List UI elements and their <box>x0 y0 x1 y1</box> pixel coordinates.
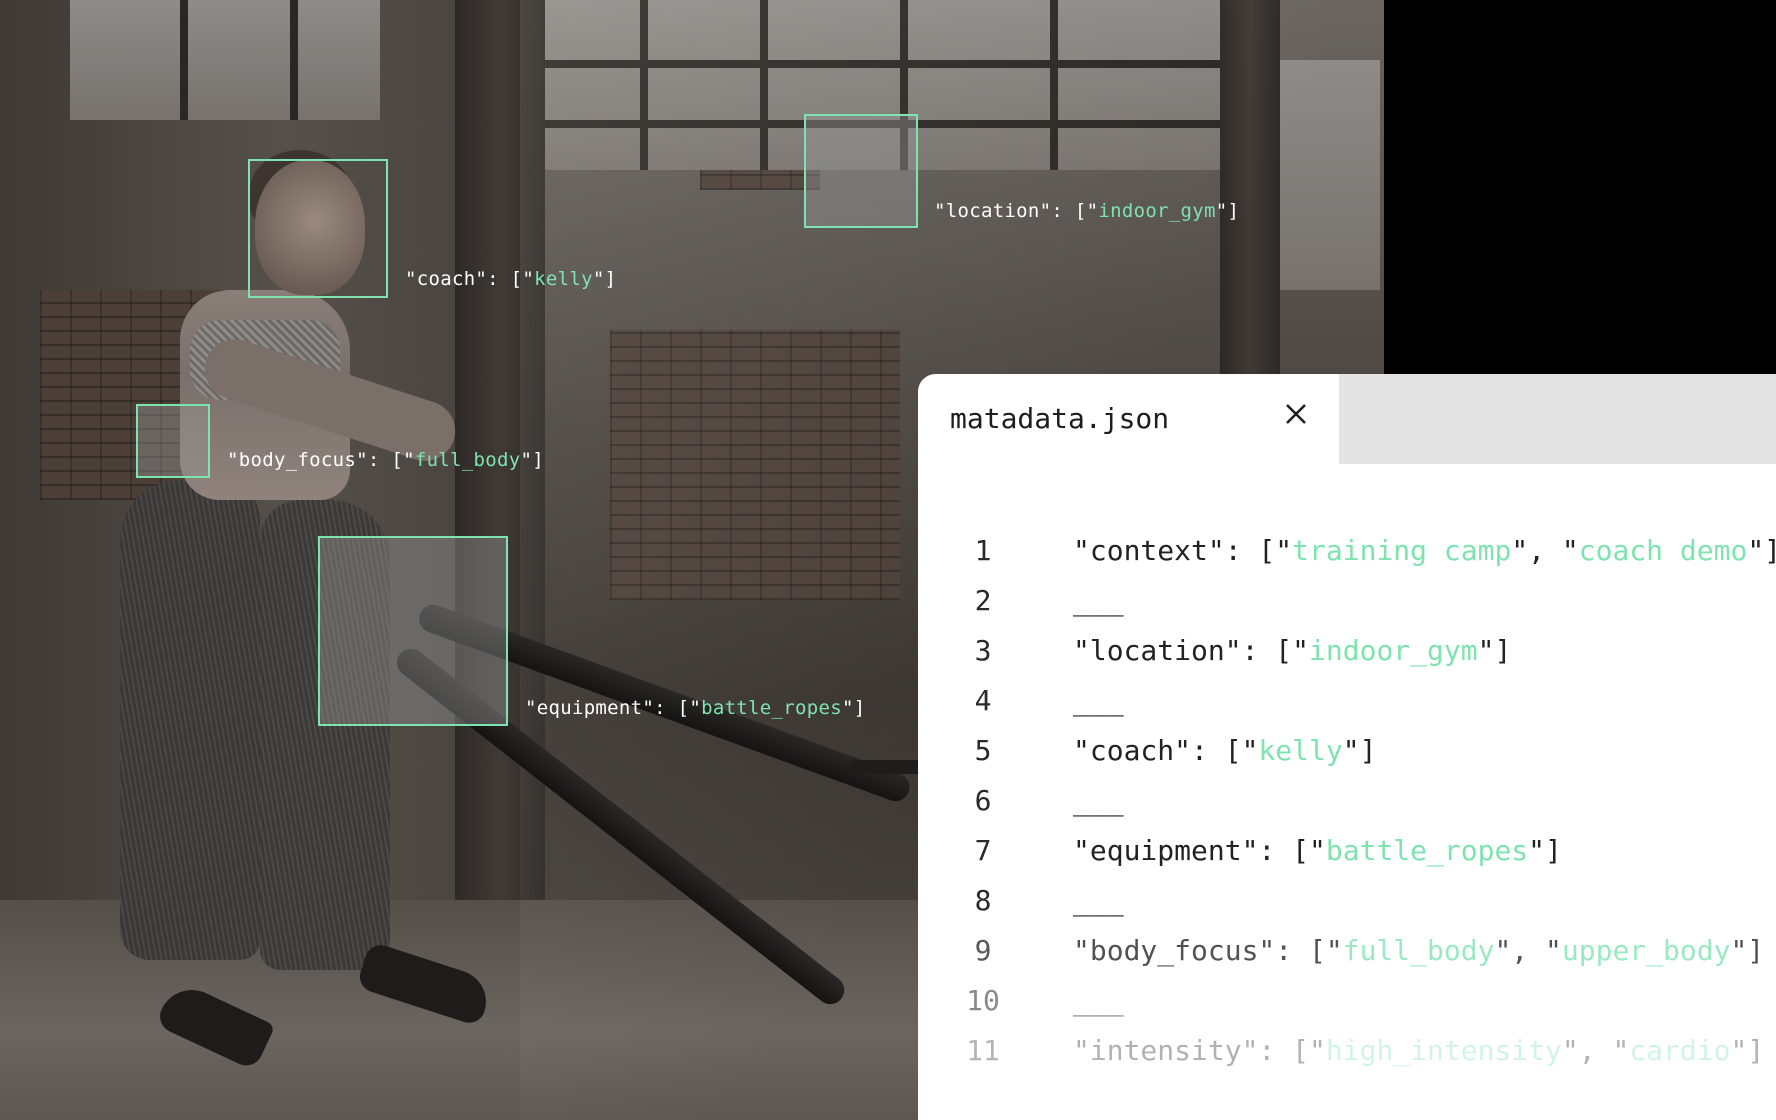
code-line[interactable]: 11 "intensity": ["high_intensity", "cardi… <box>918 1034 1776 1074</box>
json-token: "location": [" <box>1073 634 1310 667</box>
window-frame <box>180 0 188 120</box>
json-token: ___ <box>1073 684 1124 717</box>
json-token: "] <box>1342 734 1377 767</box>
code-line[interactable]: 1 "context": ["training camp", "coach dem… <box>918 534 1776 574</box>
bbox-coach[interactable] <box>248 159 388 298</box>
code-text: ___ <box>1073 884 1124 917</box>
close-icon-glyph <box>1286 404 1306 424</box>
code-line[interactable]: 2 ___ <box>918 584 1776 624</box>
bbox-body-focus[interactable] <box>136 404 210 478</box>
json-token: "equipment": [" <box>1073 834 1326 867</box>
bbox-location[interactable] <box>804 114 918 228</box>
label-body-focus: "body_focus": ["full_body"] <box>227 449 544 471</box>
code-line[interactable]: 3 "location": ["indoor_gym"] <box>918 634 1776 674</box>
json-token: "] <box>1477 634 1512 667</box>
json-token: ", " <box>1561 1034 1630 1067</box>
line-number: 6 <box>974 784 992 817</box>
json-value: cardio <box>1629 1034 1731 1067</box>
json-token: "body_focus": [" <box>1073 934 1343 967</box>
json-value: battle_ropes <box>1325 834 1529 867</box>
line-number: 10 <box>966 984 1000 1017</box>
code-text: "intensity": ["high_intensity", "cardio"… <box>1073 1034 1764 1067</box>
code-line[interactable]: 8 ___ <box>918 884 1776 924</box>
json-value: upper_body <box>1561 934 1731 967</box>
line-number: 9 <box>974 934 992 967</box>
label-coach: "coach": ["kelly"] <box>405 268 617 290</box>
code-text: ___ <box>1073 584 1124 617</box>
json-value: kelly <box>1258 734 1343 767</box>
code-text: "location": ["indoor_gym"] <box>1073 634 1511 667</box>
metadata-panel: matadata.json 1 "context": ["training cam… <box>918 374 1776 1120</box>
code-text: ___ <box>1073 984 1124 1017</box>
json-token: "context": [" <box>1073 534 1293 567</box>
line-number: 8 <box>974 884 992 917</box>
json-token: ___ <box>1073 884 1124 917</box>
line-number: 3 <box>974 634 992 667</box>
line-number: 7 <box>974 834 992 867</box>
code-line[interactable]: 5 "coach": ["kelly"] <box>918 734 1776 774</box>
json-token: "] <box>1730 934 1765 967</box>
line-number: 4 <box>974 684 992 717</box>
tab-bar <box>1339 374 1776 464</box>
json-token: ___ <box>1073 584 1124 617</box>
json-token: ", " <box>1494 934 1562 967</box>
code-line[interactable]: 9 "body_focus": ["full_body", "upper_body… <box>918 934 1776 974</box>
code-line[interactable]: 6 ___ <box>918 784 1776 824</box>
window-frame <box>290 0 298 120</box>
json-token: ___ <box>1073 984 1124 1017</box>
label-equipment: "equipment": ["battle_ropes"] <box>525 697 866 719</box>
close-icon[interactable] <box>1276 394 1316 434</box>
code-line[interactable]: 7 "equipment": ["battle_ropes"] <box>918 834 1776 874</box>
code-line[interactable]: 10 ___ <box>918 984 1776 1024</box>
code-text: "equipment": ["battle_ropes"] <box>1073 834 1562 867</box>
bbox-equipment[interactable] <box>318 536 508 726</box>
json-token: "intensity": [" <box>1073 1034 1326 1067</box>
window <box>70 0 380 120</box>
code-line[interactable]: 4 ___ <box>918 684 1776 724</box>
code-text: "context": ["training camp", "coach demo… <box>1073 534 1776 567</box>
json-token: ___ <box>1073 784 1124 817</box>
code-text: ___ <box>1073 784 1124 817</box>
json-value: coach demo <box>1578 534 1748 567</box>
line-number: 11 <box>966 1034 1000 1067</box>
person-leg <box>120 480 260 960</box>
json-value: full_body <box>1342 934 1495 967</box>
line-number: 5 <box>974 734 992 767</box>
json-token: "] <box>1730 1034 1765 1067</box>
json-token: ", " <box>1511 534 1579 567</box>
tab-metadata-json[interactable]: matadata.json <box>918 374 1339 464</box>
code-text: ___ <box>1073 684 1124 717</box>
line-number: 2 <box>974 584 992 617</box>
tab-title: matadata.json <box>950 402 1170 435</box>
code-text: "coach": ["kelly"] <box>1073 734 1376 767</box>
json-token: "] <box>1747 534 1776 567</box>
json-value: indoor_gym <box>1309 634 1478 667</box>
json-value: high_intensity <box>1325 1034 1562 1067</box>
json-value: training camp <box>1292 534 1512 567</box>
line-number: 1 <box>974 534 992 567</box>
json-token: "coach": [" <box>1073 734 1259 767</box>
code-text: "body_focus": ["full_body", "upper_body"… <box>1073 934 1764 967</box>
label-location: "location": ["indoor_gym"] <box>934 200 1240 222</box>
json-token: "] <box>1528 834 1562 867</box>
